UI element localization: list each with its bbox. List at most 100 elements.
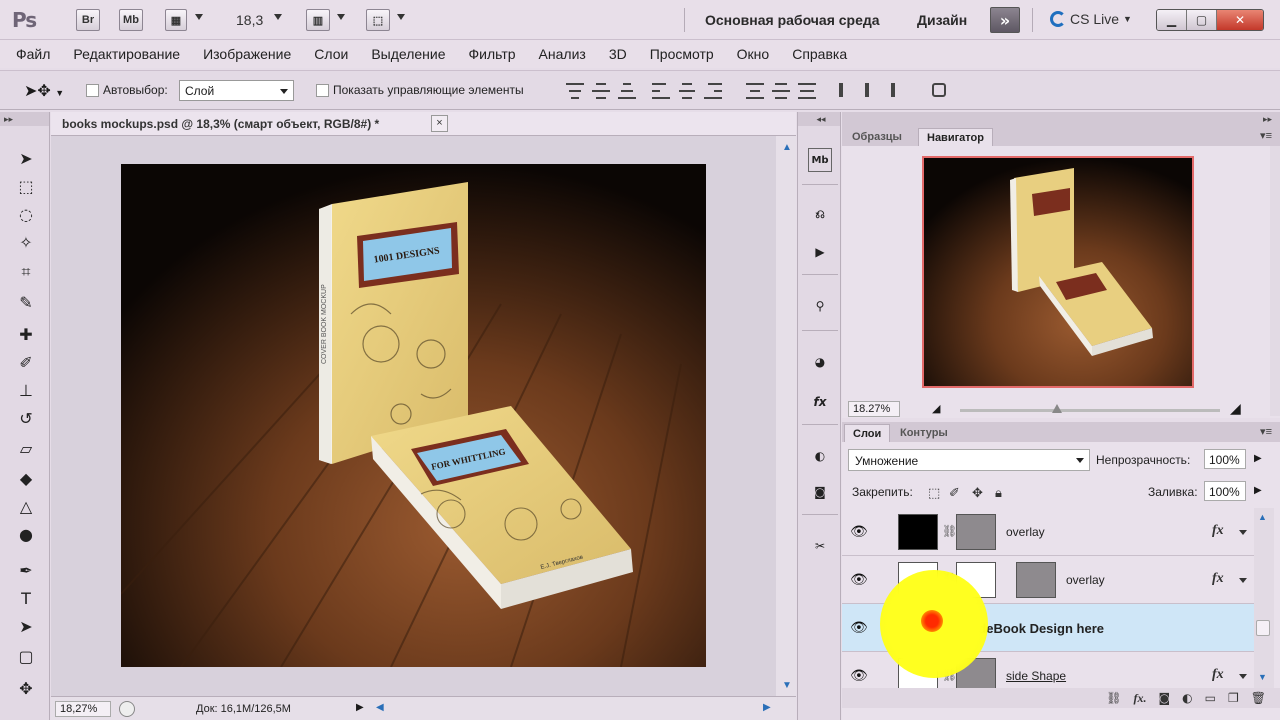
lasso-tool-icon[interactable]: ◌	[13, 202, 39, 226]
status-zoom-field[interactable]: 18,27%	[55, 701, 111, 717]
quick-selection-tool-icon[interactable]: ✧	[13, 230, 39, 254]
tab-swatches[interactable]: Образцы	[844, 128, 910, 146]
expand-effects-icon[interactable]	[1239, 674, 1247, 679]
align-bottom-icon[interactable]	[618, 83, 636, 99]
status-menu-arrow-icon[interactable]: ▶	[356, 702, 364, 713]
align-top-icon[interactable]	[566, 83, 584, 99]
layer-row-selected[interactable]: 👁︎ ↳ SideBook Design here	[842, 604, 1254, 652]
lock-transparency-icon[interactable]: ⬚	[928, 486, 940, 501]
zoom-slider-knob[interactable]	[1052, 404, 1062, 413]
distribute-top-icon[interactable]	[746, 83, 764, 99]
menu-3d[interactable]: 3D	[609, 46, 627, 62]
bridge-button[interactable]: Br	[76, 9, 100, 31]
status-info-icon[interactable]	[119, 701, 135, 717]
visibility-eye-icon[interactable]: 👁︎	[850, 524, 868, 540]
lock-pixels-icon[interactable]: ✐	[949, 486, 960, 501]
zoom-dropdown-icon[interactable]	[274, 14, 282, 20]
panel-menu-icon[interactable]: ▾≡	[1260, 425, 1272, 438]
masks-icon[interactable]: ◙	[808, 480, 832, 504]
zoom-out-icon[interactable]: ◢	[932, 402, 940, 415]
menu-file[interactable]: Файл	[16, 46, 50, 62]
workspace-design[interactable]: Дизайн	[917, 12, 967, 28]
fill-slider-arrow-icon[interactable]: ▶	[1254, 485, 1262, 496]
expand-effects-icon[interactable]	[1239, 530, 1247, 535]
expand-effects-icon[interactable]	[1239, 578, 1247, 583]
history-icon[interactable]: ⎌	[808, 202, 832, 226]
link-chain-icon[interactable]: ⛓︎	[942, 572, 957, 586]
layer-effects-icon[interactable]: fx	[1212, 523, 1224, 539]
scroll-left-icon[interactable]: ◀	[376, 702, 384, 713]
tab-layers[interactable]: Слои	[844, 424, 891, 442]
tab-paths[interactable]: Контуры	[892, 424, 956, 442]
more-workspaces-button[interactable]: »	[990, 7, 1020, 33]
lock-all-icon[interactable]: 🔒︎	[995, 486, 1002, 501]
dock-header[interactable]: ◂◂	[798, 112, 840, 126]
scroll-right-icon[interactable]: ▶	[763, 702, 771, 713]
autoselect-checkbox[interactable]	[86, 84, 99, 97]
distribute-right-icon[interactable]	[884, 83, 902, 99]
layer-effects-icon[interactable]: fx	[1212, 571, 1224, 587]
new-adjustment-layer-icon[interactable]: ◐	[1182, 691, 1192, 705]
zoom-level[interactable]: 18,3	[236, 12, 263, 28]
zoom-in-icon[interactable]: ◢	[1230, 400, 1241, 417]
scroll-up-icon[interactable]: ▲	[1258, 512, 1267, 522]
screen-mode-dropdown-icon[interactable]	[397, 14, 405, 20]
align-horizontal-center-icon[interactable]	[678, 83, 696, 99]
arrange-documents-button[interactable]: ▥	[306, 9, 330, 31]
lock-position-icon[interactable]: ✥	[972, 486, 983, 501]
blend-mode-select[interactable]: Умножение	[848, 449, 1090, 471]
clone-source-icon[interactable]: ⚲	[808, 294, 832, 318]
navigator-zoom-field[interactable]: 18.27%	[848, 401, 900, 417]
navigator-zoom-slider[interactable]	[960, 409, 1220, 412]
move-tool-preset-icon[interactable]: ➤✥ ▼	[24, 81, 64, 101]
document-canvas[interactable]: 1001 DESIGNS COVER BOOK MOCKUP FOR WHITT…	[121, 164, 706, 667]
opacity-slider-arrow-icon[interactable]: ▶	[1254, 453, 1262, 464]
align-vertical-center-icon[interactable]	[592, 83, 610, 99]
align-left-icon[interactable]	[652, 83, 670, 99]
menu-analysis[interactable]: Анализ	[539, 46, 586, 62]
screen-mode-button[interactable]: ⬚	[366, 9, 390, 31]
crop-tool-icon[interactable]: ⌗	[13, 260, 39, 284]
adjustments-icon[interactable]: ◐	[808, 444, 832, 468]
tab-navigator[interactable]: Навигатор	[918, 128, 993, 146]
panel-collapse-header[interactable]: ▸▸	[842, 112, 1280, 126]
cs-live-menu[interactable]: CS Live ▼	[1050, 11, 1132, 27]
brush-tool-icon[interactable]: ✐	[13, 350, 39, 374]
eraser-tool-icon[interactable]: ▱	[13, 436, 39, 460]
layer-mask-thumbnail[interactable]	[956, 514, 996, 550]
panel-menu-icon[interactable]: ▾≡	[1260, 129, 1272, 142]
mini-bridge-icon[interactable]: Mb	[808, 148, 832, 172]
distribute-left-icon[interactable]	[832, 83, 850, 99]
menu-layers[interactable]: Слои	[314, 46, 348, 62]
navigator-scrollbar[interactable]	[1270, 146, 1280, 416]
link-chain-icon[interactable]: ⛓︎	[942, 668, 957, 682]
tools-panel-header[interactable]: ▸▸	[0, 112, 49, 126]
healing-brush-tool-icon[interactable]: ✚	[13, 322, 39, 346]
menu-edit[interactable]: Редактирование	[73, 46, 180, 62]
path-selection-tool-icon[interactable]: ➤	[13, 614, 39, 638]
fill-input[interactable]: 100%	[1204, 481, 1246, 501]
navigator-preview[interactable]	[922, 156, 1194, 388]
add-mask-icon[interactable]: ◙	[1159, 691, 1171, 705]
type-tool-icon[interactable]: T	[13, 586, 39, 610]
new-layer-icon[interactable]: ❐	[1228, 691, 1239, 705]
clone-stamp-tool-icon[interactable]: ⊥	[13, 378, 39, 402]
scroll-down-icon[interactable]: ▼	[1258, 672, 1267, 682]
view-extras-button[interactable]: ▦	[165, 9, 187, 31]
layer-name[interactable]: overlay	[1006, 525, 1045, 539]
close-document-icon[interactable]: ×	[431, 115, 448, 132]
link-layers-icon[interactable]: ⛓	[1106, 691, 1121, 705]
menu-help[interactable]: Справка	[792, 46, 847, 62]
minimize-button[interactable]: ▁	[1157, 10, 1187, 30]
document-tab[interactable]: books mockups.psd @ 18,3% (смарт объект,…	[51, 112, 796, 136]
history-brush-tool-icon[interactable]: ↺	[13, 406, 39, 430]
opacity-input[interactable]: 100%	[1204, 449, 1246, 469]
distribute-hcenter-icon[interactable]	[858, 83, 876, 99]
scroll-down-icon[interactable]: ▼	[782, 680, 792, 691]
blur-tool-icon[interactable]: △	[13, 494, 39, 518]
swatches-palette-icon[interactable]: ◕	[808, 350, 832, 374]
distribute-vcenter-icon[interactable]	[772, 83, 790, 99]
new-group-icon[interactable]: ▭	[1205, 691, 1216, 705]
styles-fx-icon[interactable]: fx	[808, 390, 832, 414]
shape-tool-icon[interactable]: ▢	[13, 644, 39, 668]
